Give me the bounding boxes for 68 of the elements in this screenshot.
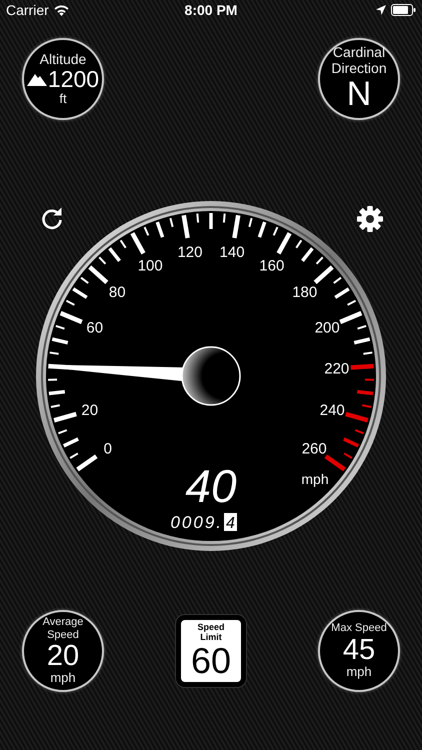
tick-mark — [354, 429, 364, 434]
dial-number: 260 — [302, 440, 327, 458]
tick-mark — [354, 337, 370, 344]
tick-mark — [48, 390, 66, 396]
settings-icon — [357, 206, 383, 232]
tick-mark — [209, 213, 213, 229]
tick-mark — [52, 337, 68, 344]
tick-mark — [50, 404, 60, 408]
tick-mark — [356, 390, 374, 396]
tick-mark — [182, 214, 190, 238]
tick-mark — [63, 437, 79, 448]
tick-mark — [58, 429, 68, 434]
dial-number: 20 — [81, 402, 98, 420]
tick-mark — [50, 352, 59, 355]
dial-label: Cardinal Direction — [330, 45, 388, 77]
carrier-name: Carrier — [6, 2, 49, 18]
refresh-icon — [39, 206, 65, 232]
odometer-tenth: 4 — [224, 513, 237, 532]
tick-mark — [232, 214, 240, 238]
tick-mark — [222, 214, 226, 223]
dial-number: 0 — [104, 440, 112, 458]
mountain-icon — [26, 73, 47, 86]
dial-unit: mph — [346, 665, 372, 680]
refresh-button[interactable] — [39, 206, 65, 232]
dial-number: 240 — [320, 402, 345, 420]
tick-mark — [350, 364, 374, 370]
dial-number: 180 — [292, 284, 318, 301]
tick-mark — [362, 404, 372, 408]
dial-number: 60 — [86, 319, 104, 336]
dial-number: 160 — [259, 258, 284, 275]
sign-label: Speed Limit — [196, 623, 226, 643]
battery-icon — [391, 4, 416, 16]
tick-mark — [48, 378, 58, 381]
tick-mark — [156, 222, 164, 238]
wifi-icon — [54, 4, 69, 16]
needle-hub — [181, 346, 241, 406]
dial-number: 80 — [108, 284, 126, 301]
tick-mark — [364, 378, 374, 381]
dial-value: 45 — [342, 634, 376, 666]
speed-unit: mph — [301, 471, 329, 487]
dial-label: Altitude — [38, 52, 88, 68]
dial-number: 140 — [220, 244, 245, 261]
dial-unit: mph — [50, 671, 76, 686]
tick-mark — [363, 352, 372, 355]
tick-mark — [196, 214, 200, 223]
tick-mark — [258, 222, 266, 238]
dial-value: N — [346, 76, 372, 113]
tick-mark — [48, 364, 72, 370]
dial-number: 120 — [177, 244, 202, 261]
odometer: 0009. — [170, 513, 223, 532]
clock-time: 8:00 PM — [184, 2, 238, 18]
tick-mark — [169, 218, 174, 228]
tick-mark — [345, 412, 368, 422]
dial-number: 200 — [314, 319, 340, 336]
settings-button[interactable] — [357, 206, 383, 232]
dial-number: 220 — [324, 360, 350, 378]
speed-readout: 40 — [185, 460, 237, 512]
dial-label: Average Speed — [42, 616, 84, 641]
dial-label: Max Speed — [330, 622, 388, 635]
dial-value: 1200 — [48, 67, 100, 92]
dial-value: 20 — [46, 640, 80, 672]
location-arrow-icon — [376, 5, 386, 15]
sign-value: 60 — [190, 642, 232, 679]
tick-mark — [54, 412, 77, 422]
dial-number: 100 — [138, 258, 163, 275]
tick-mark — [248, 218, 253, 228]
dial-unit: ft — [59, 92, 67, 106]
tick-mark — [343, 437, 359, 448]
